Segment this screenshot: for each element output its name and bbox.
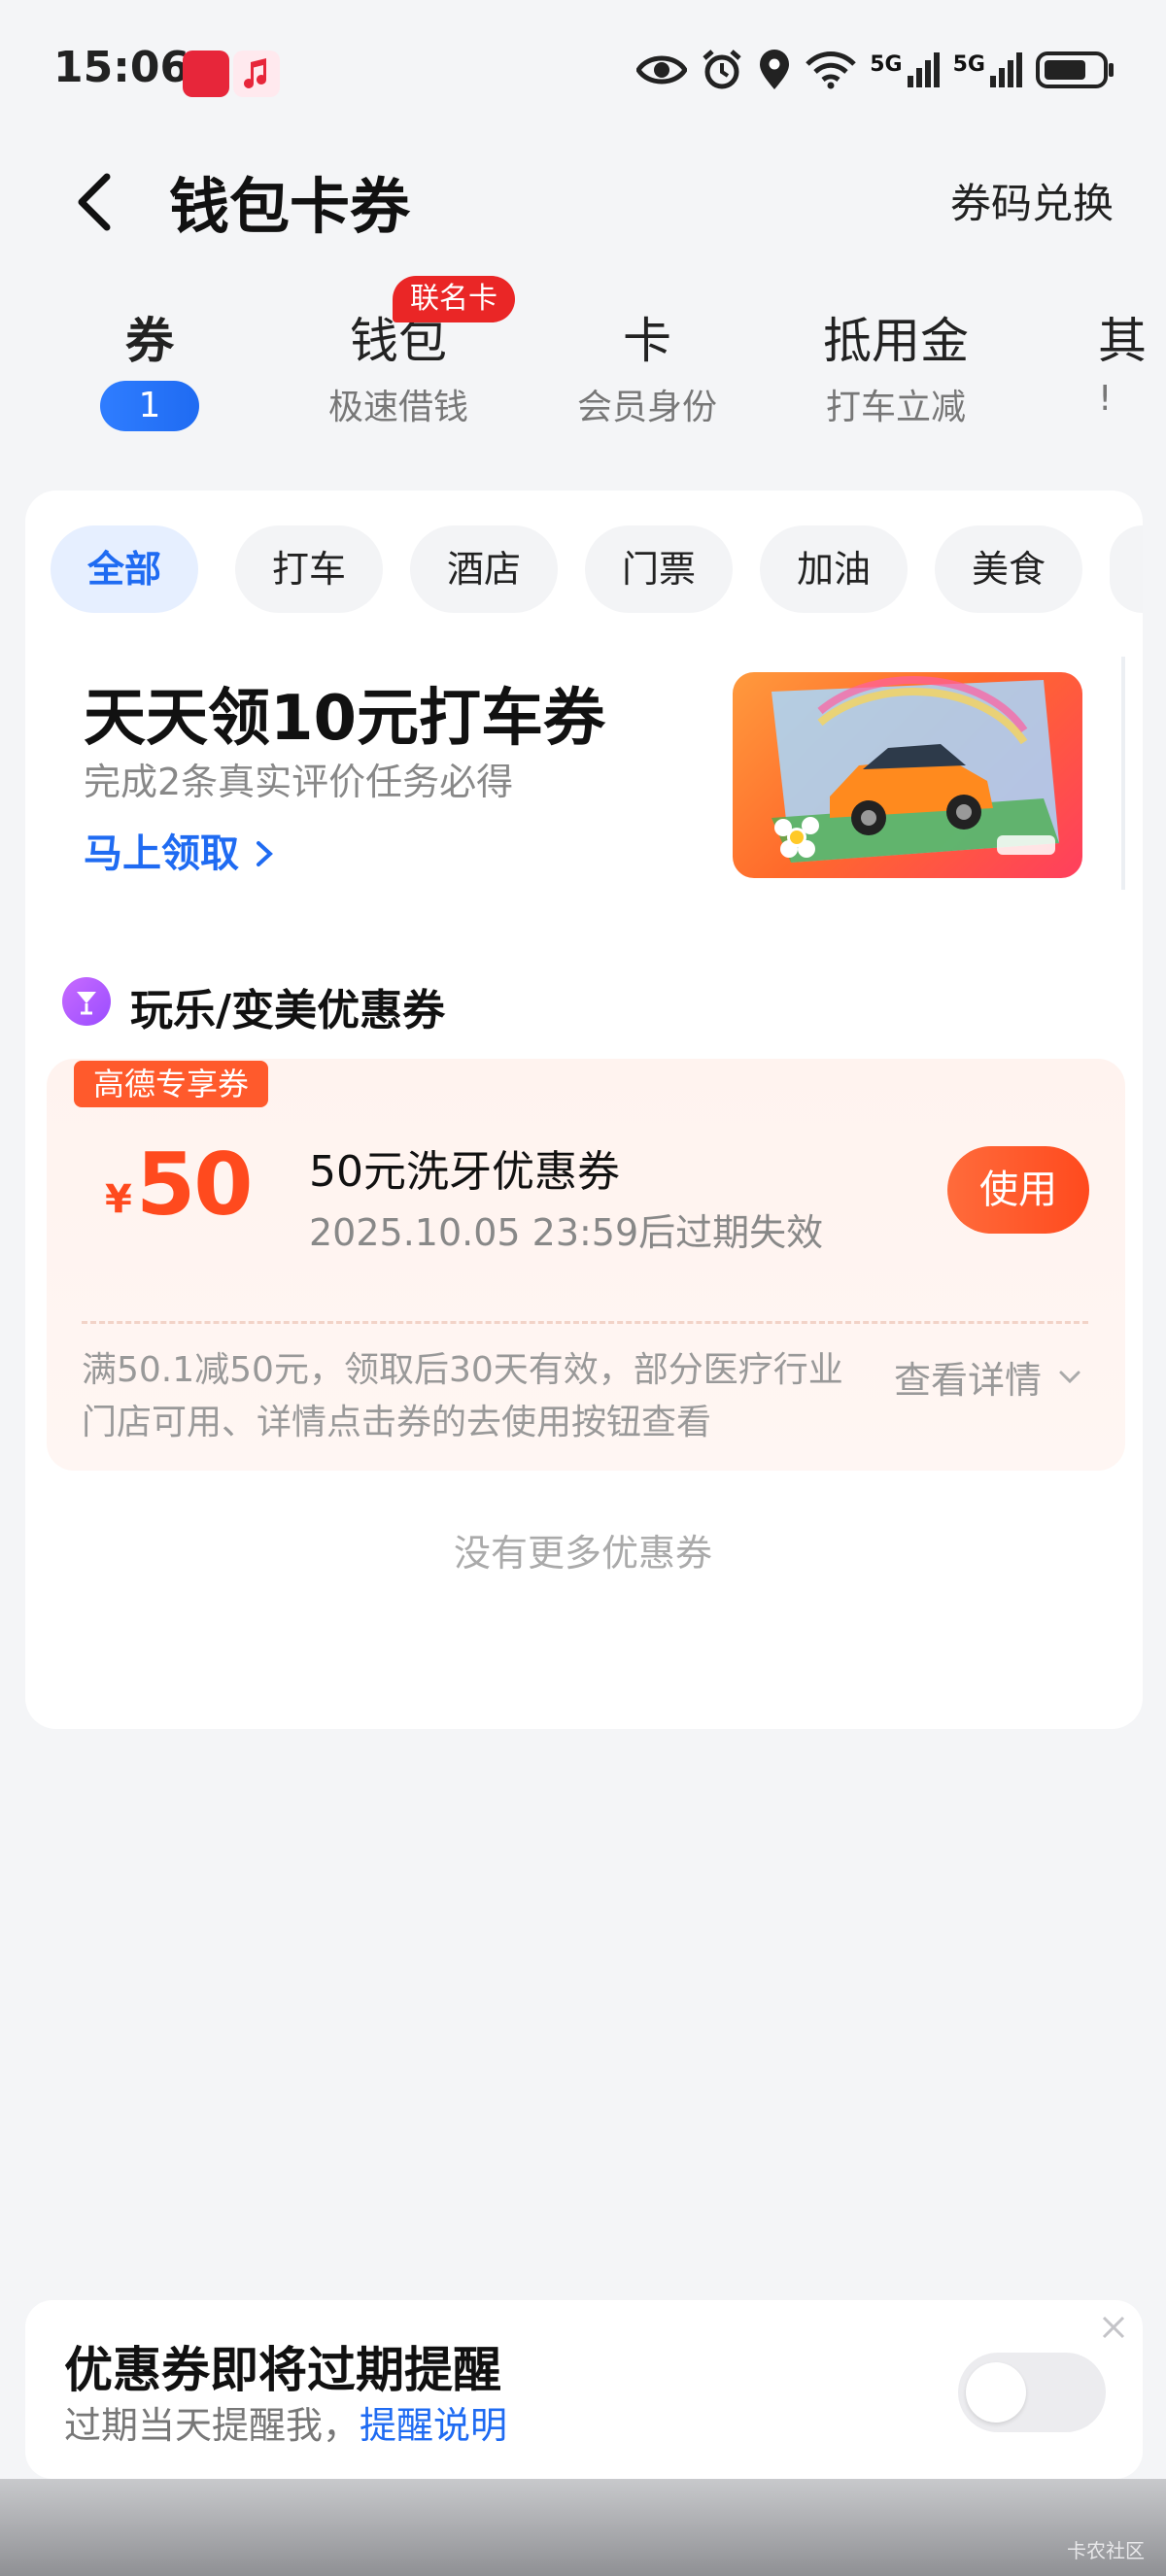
coupon-expiry: 2025.10.05 23:59后过期失效 <box>309 1211 824 1254</box>
coupon-amount: 50 <box>136 1135 253 1235</box>
section-title: 玩乐/变美优惠券 <box>130 986 446 1035</box>
eye-icon <box>636 55 688 85</box>
promo-title: 天天领10元打车券 <box>84 683 606 755</box>
coupon-terms: 满50.1减50元，领取后30天有效，部分医疗行业门店可用、详情点击券的去使用按… <box>82 1350 843 1442</box>
promo-claim-label: 马上领取 <box>84 831 239 876</box>
use-coupon-button[interactable]: 使用 <box>947 1146 1089 1234</box>
chevron-left-icon <box>78 173 111 231</box>
wifi-icon <box>806 51 857 89</box>
promo-scroll-indicator <box>1121 657 1125 890</box>
alarm-icon <box>703 50 741 89</box>
bottom-navigation-area <box>0 2479 1166 2576</box>
app-notification-icon <box>183 51 229 97</box>
coupon-name: 50元洗牙优惠券 <box>309 1147 620 1197</box>
no-more-coupons-text: 没有更多优惠券 <box>453 1532 712 1575</box>
tab-cards[interactable]: 卡 会员身份 <box>540 309 754 429</box>
watermark: 卡农社区 <box>1067 2539 1145 2562</box>
network-label: 5G <box>952 52 985 77</box>
view-details-label: 查看详情 <box>894 1359 1043 1402</box>
promo-claim-link[interactable]: 马上领取 <box>84 822 276 878</box>
tab-wallet[interactable]: 钱包 极速借钱 <box>292 309 505 429</box>
tab-sublabel: 打车立减 <box>825 388 966 427</box>
back-button[interactable] <box>66 163 124 241</box>
toggle-knob <box>966 2362 1026 2423</box>
signal-5g-icon: 5G <box>870 52 940 87</box>
tab-label: 卡 <box>623 313 671 369</box>
reminder-title: 优惠券即将过期提醒 <box>64 2342 501 2398</box>
tab-label: 抵用金 <box>823 313 969 369</box>
filter-chip-all[interactable]: 全部 <box>51 525 198 613</box>
promo-car-image[interactable] <box>733 672 1082 878</box>
chevron-down-icon <box>1059 1371 1080 1383</box>
signal-5g-icon: 5G <box>953 52 1022 87</box>
filter-chip-hotel[interactable]: 酒店 <box>410 525 558 613</box>
reminder-description: 过期当天提醒我，提醒说明 <box>64 2395 507 2449</box>
reminder-info-link[interactable]: 提醒说明 <box>360 2404 507 2447</box>
tab-sublabel: 会员身份 <box>576 388 717 427</box>
close-reminder-button[interactable] <box>1098 2312 1129 2343</box>
filter-chip-fuel[interactable]: 加油 <box>760 525 908 613</box>
tab-coupons[interactable]: 券 1 <box>43 309 257 431</box>
coupon-divider <box>82 1321 1088 1324</box>
filter-chip-food[interactable]: 美食 <box>935 525 1082 613</box>
coupon-count-badge: 1 <box>100 381 199 431</box>
promo-subtitle: 完成2条真实评价任务必得 <box>84 761 514 803</box>
coupon-currency: ¥ <box>105 1177 132 1222</box>
filter-chip-taxi[interactable]: 打车 <box>235 525 383 613</box>
coupon-exclusive-tag: 高德专享券 <box>74 1061 269 1107</box>
view-details-button[interactable]: 查看详情 <box>894 1350 1082 1404</box>
reminder-desc-text: 过期当天提醒我， <box>64 2404 360 2447</box>
network-label: 5G <box>870 52 903 77</box>
tab-other[interactable]: 其 ! <box>1038 309 1166 419</box>
cocktail-icon <box>62 977 111 1026</box>
battery-icon <box>1036 51 1114 88</box>
location-icon <box>760 50 790 89</box>
co-brand-card-badge: 联名卡 <box>393 276 515 322</box>
tab-sublabel: ! <box>1098 379 1113 419</box>
page-title: 钱包卡券 <box>169 171 411 242</box>
chevron-right-icon <box>256 841 273 866</box>
redeem-code-button[interactable]: 券码兑换 <box>950 171 1114 230</box>
close-icon <box>1102 2316 1125 2339</box>
status-bar: 15:06 5G 5G <box>0 0 1166 146</box>
filter-chip-tickets[interactable]: 门票 <box>585 525 733 613</box>
reminder-toggle[interactable] <box>958 2353 1106 2432</box>
music-app-icon <box>233 51 280 97</box>
tab-vouchers[interactable]: 抵用金 打车立减 <box>789 309 1003 429</box>
tab-sublabel: 极速借钱 <box>327 388 468 427</box>
status-time: 15:06 <box>53 43 190 92</box>
status-icons: 5G 5G <box>636 49 1115 91</box>
tab-label: 券 <box>125 313 174 369</box>
tab-label: 其 <box>1098 313 1147 369</box>
